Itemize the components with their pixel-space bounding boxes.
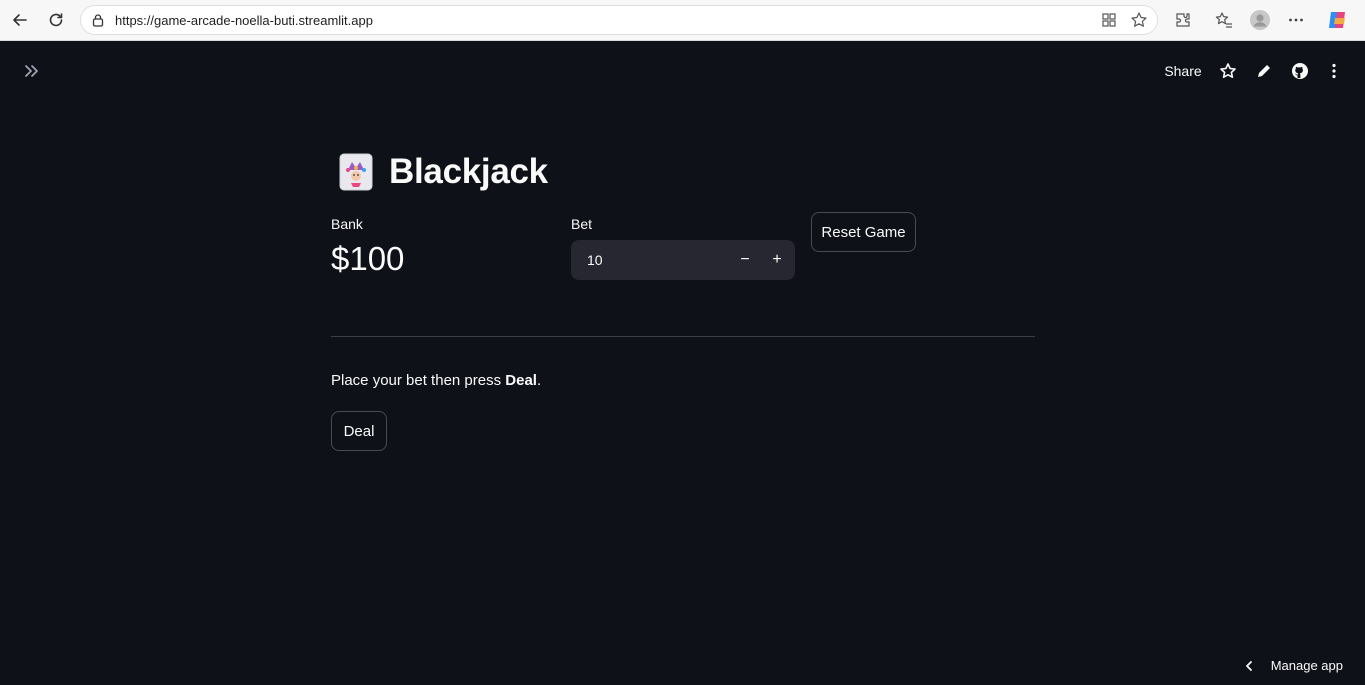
reset-game-button[interactable]: Reset Game — [811, 212, 916, 252]
star-icon[interactable] — [1216, 58, 1240, 84]
bet-value[interactable]: 10 — [587, 252, 603, 268]
share-label: Share — [1164, 63, 1202, 79]
bet-decrement-button[interactable]: − — [729, 244, 761, 276]
deal-button[interactable]: Deal — [331, 411, 387, 451]
address-bar[interactable]: https://game-arcade-noella-buti.streamli… — [80, 5, 1158, 35]
instruction-prefix: Place your bet then press — [331, 372, 506, 389]
bank-label: Bank — [331, 216, 363, 232]
page-title-text: Blackjack — [389, 152, 548, 191]
app-header: Share — [0, 41, 1365, 101]
app-available-icon[interactable] — [1101, 12, 1117, 33]
bet-label: Bet — [571, 216, 593, 232]
joker-card-icon — [339, 153, 373, 191]
divider — [331, 336, 1035, 337]
back-icon[interactable] — [6, 6, 34, 34]
bank-value: $100 — [331, 240, 405, 277]
page-title: Blackjack — [331, 152, 548, 192]
bet-increment-button[interactable]: + — [761, 244, 793, 276]
edit-pencil-icon[interactable] — [1252, 58, 1276, 84]
favorites-icon[interactable] — [1210, 6, 1238, 34]
refresh-icon[interactable] — [42, 6, 70, 34]
expand-sidebar-icon[interactable] — [20, 58, 44, 84]
manage-app-button[interactable]: Manage app — [1243, 658, 1343, 673]
browser-toolbar: https://game-arcade-noella-buti.streamli… — [0, 0, 1365, 41]
copilot-icon[interactable] — [1324, 6, 1352, 34]
bet-field: Bet 10 − + — [571, 216, 795, 280]
manage-app-label: Manage app — [1270, 658, 1343, 673]
more-options-icon[interactable] — [1282, 6, 1310, 34]
instruction-suffix: . — [536, 372, 542, 389]
lock-icon — [91, 13, 105, 32]
url-text: https://game-arcade-noella-buti.streamli… — [115, 13, 373, 28]
share-button[interactable]: Share — [1160, 58, 1206, 84]
extensions-icon[interactable] — [1169, 6, 1197, 34]
bet-number-input[interactable]: 10 − + — [571, 240, 795, 280]
instruction-text: Place your bet then press Deal. — [331, 372, 541, 389]
chevron-left-icon — [1243, 660, 1255, 672]
favorite-star-icon[interactable] — [1130, 11, 1148, 34]
bank-metric: Bank $100 — [331, 216, 404, 278]
github-icon[interactable] — [1288, 58, 1312, 84]
main-menu-icon[interactable] — [1322, 58, 1346, 84]
profile-avatar[interactable] — [1246, 6, 1274, 34]
instruction-bold: Deal — [505, 372, 537, 389]
